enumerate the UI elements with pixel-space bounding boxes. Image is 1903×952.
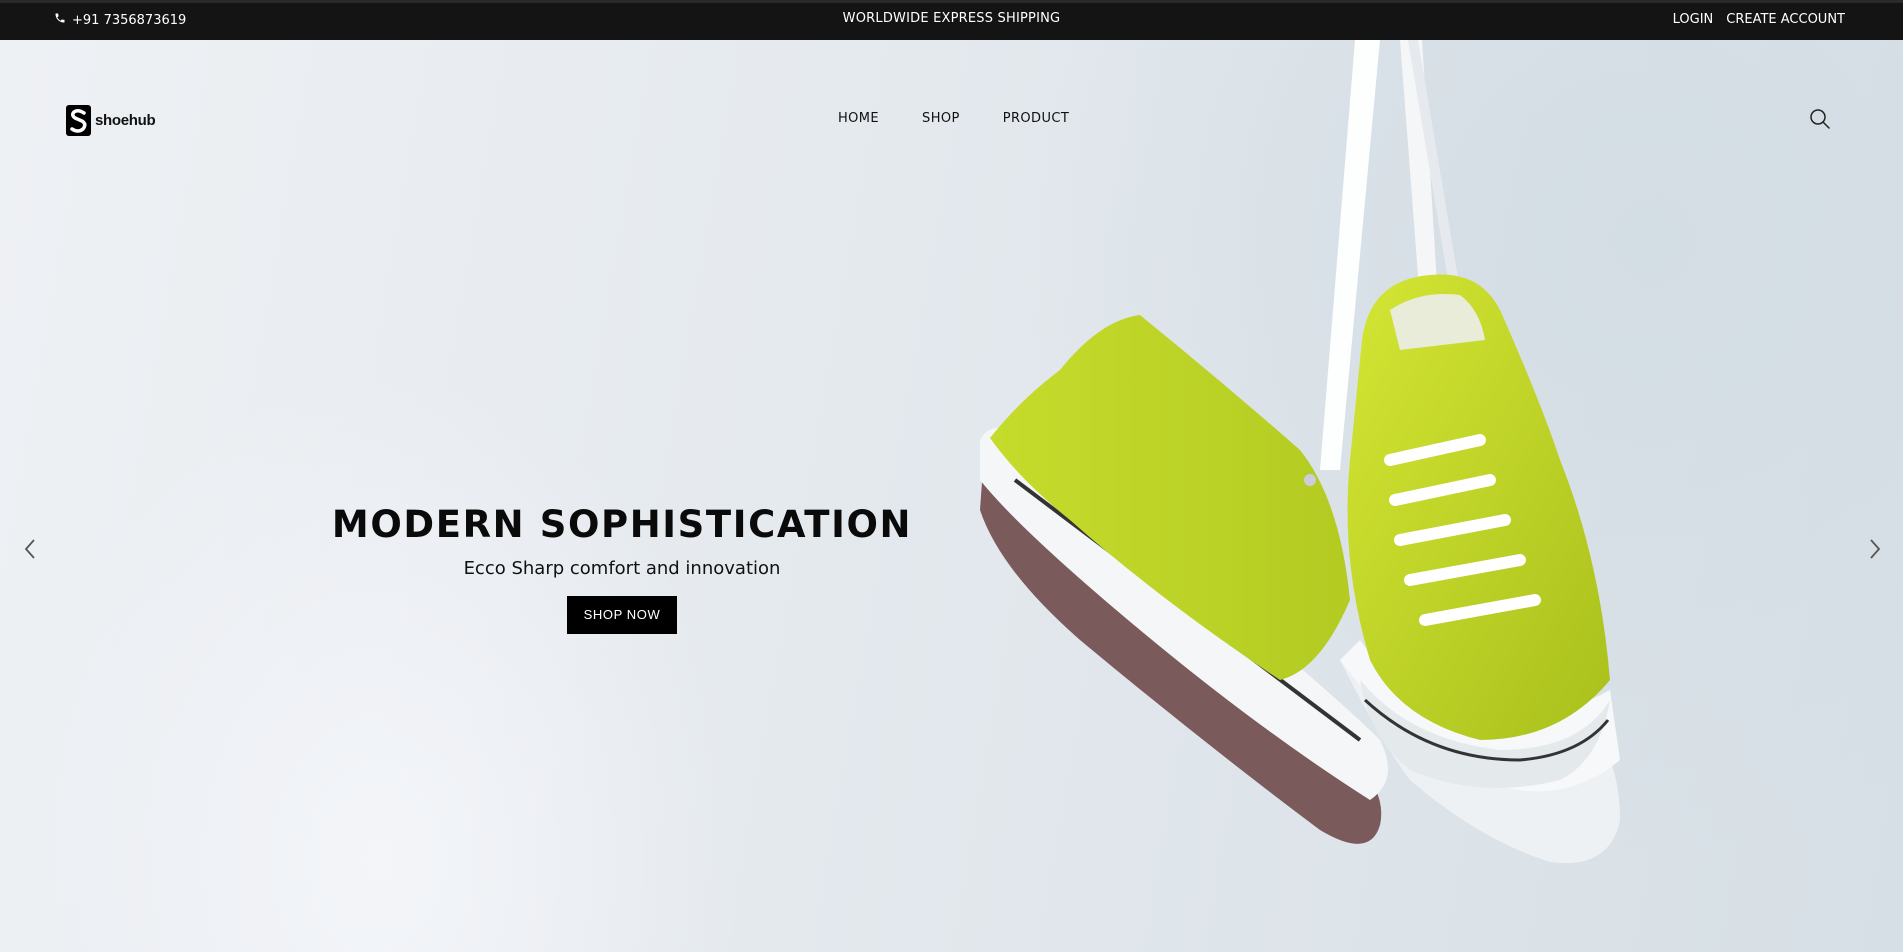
logo-text: shoehub	[95, 112, 156, 129]
nav-item-shop[interactable]: SHOP	[922, 111, 960, 126]
top-bar: +91 7356873619 WORLDWIDE EXPRESS SHIPPIN…	[0, 0, 1903, 40]
hero-shoes-image	[980, 40, 1620, 864]
account-links: LOGIN CREATE ACCOUNT	[1673, 12, 1845, 27]
site-logo[interactable]: shoehub	[66, 105, 156, 136]
create-account-link[interactable]: CREATE ACCOUNT	[1726, 12, 1845, 27]
hero-caption: MODERN SOPHISTICATION Ecco Sharp comfort…	[322, 503, 922, 634]
nav-item-home[interactable]: HOME	[838, 111, 879, 126]
hero-subtitle: Ecco Sharp comfort and innovation	[463, 558, 781, 579]
slider-next-button[interactable]	[1864, 536, 1886, 562]
nav-item-product[interactable]: PRODUCT	[1003, 111, 1069, 126]
shipping-announcement: WORLDWIDE EXPRESS SHIPPING	[842, 11, 1061, 26]
chevron-left-icon	[24, 539, 35, 559]
logo-icon	[66, 105, 91, 136]
shop-now-button[interactable]: SHOP NOW	[566, 596, 678, 634]
slider-prev-button[interactable]	[19, 536, 41, 562]
hero-title: MODERN SOPHISTICATION	[331, 503, 913, 546]
chevron-right-icon	[1870, 539, 1881, 559]
hero-slider: shoehub HOME SHOP PRODUCT MODERN SOPHIST…	[0, 40, 1903, 952]
main-nav: HOME SHOP PRODUCT	[838, 111, 1112, 126]
login-link[interactable]: LOGIN	[1673, 12, 1714, 27]
search-button[interactable]	[1808, 107, 1832, 131]
search-icon	[1810, 109, 1830, 129]
